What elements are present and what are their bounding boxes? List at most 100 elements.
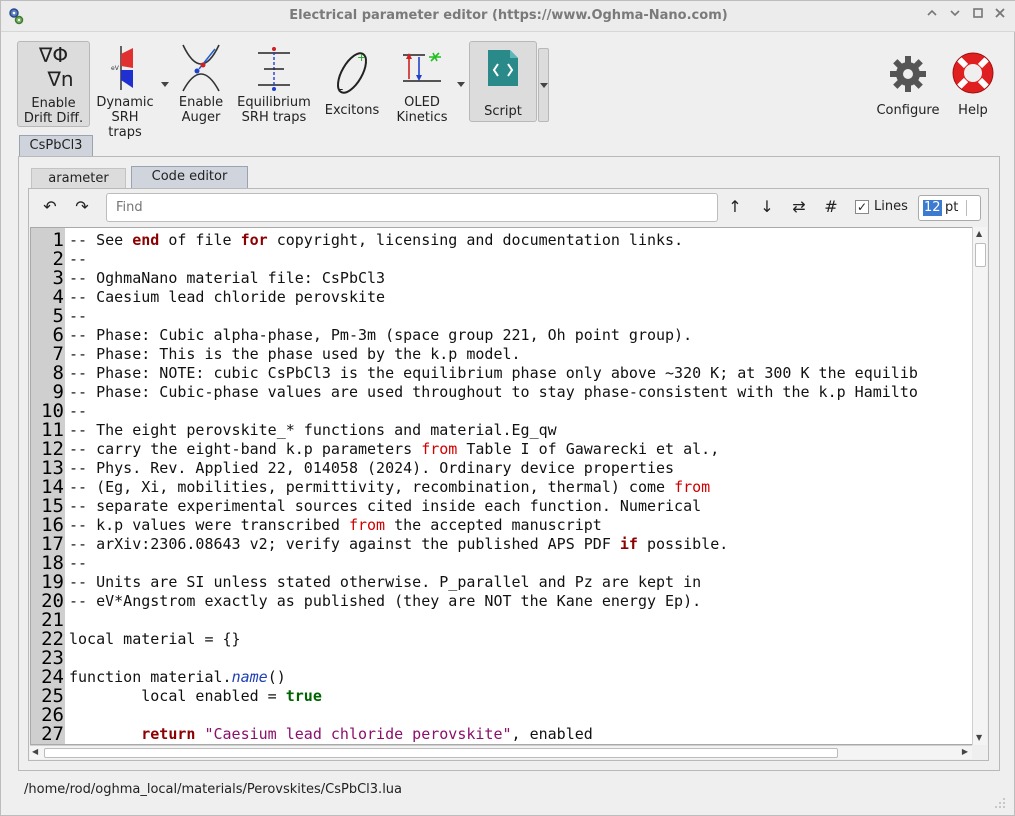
- vertical-scrollbar[interactable]: ▲ ▼: [972, 227, 987, 745]
- undo-button[interactable]: ↶: [37, 196, 63, 218]
- tab-code-editor[interactable]: Code editor: [131, 166, 248, 189]
- find-previous-button[interactable]: ↑: [722, 196, 748, 218]
- dynamic-srh-dropdown-icon[interactable]: [161, 82, 169, 87]
- vertical-scroll-thumb[interactable]: [975, 243, 986, 267]
- drift-diff-label-2: Drift Diff.: [23, 111, 84, 126]
- drift-diff-label-1: Enable: [31, 96, 76, 111]
- lines-checkbox[interactable]: ✓: [855, 200, 869, 214]
- dynamic-srh-label-1: Dynamic: [96, 95, 154, 110]
- excitons-button[interactable]: + - Excitons: [321, 41, 383, 127]
- square-icon: [973, 8, 983, 18]
- find-next-button[interactable]: ↓: [754, 196, 780, 218]
- replace-button[interactable]: ⇄: [786, 196, 812, 218]
- nabla-phi-icon: ∇Φ: [38, 43, 69, 67]
- scroll-up-icon[interactable]: ▲: [976, 229, 982, 239]
- dynamic-srh-traps-button[interactable]: eV Dynamic SRH traps: [93, 41, 157, 140]
- script-button[interactable]: Script: [469, 41, 537, 122]
- code-line: -- separate experimental sources cited i…: [69, 497, 702, 515]
- code-line: -- The eight perovskite_* functions and …: [69, 421, 557, 439]
- auger-icon: [182, 44, 220, 92]
- code-line: -- eV*Angstrom exactly as published (the…: [69, 592, 702, 610]
- find-input[interactable]: [106, 193, 718, 222]
- help-button[interactable]: Help: [951, 41, 995, 127]
- svg-text:eV: eV: [111, 65, 120, 72]
- horizontal-scroll-thumb[interactable]: [44, 748, 838, 758]
- excitons-label: Excitons: [324, 103, 380, 118]
- scroll-left-icon[interactable]: ◀: [32, 747, 38, 757]
- script-dropdown-button[interactable]: [538, 48, 549, 122]
- restore-button[interactable]: [969, 7, 987, 25]
- code-line: return "Caesium lead chloride perovskite…: [141, 725, 593, 743]
- code-line: -- Units are SI unless stated otherwise.…: [69, 573, 702, 591]
- redo-button[interactable]: ↷: [69, 196, 95, 218]
- eq-srh-label-2: SRH traps: [241, 110, 307, 125]
- oled-kinetics-button[interactable]: OLED Kinetics: [393, 41, 451, 127]
- script-file-icon: [488, 50, 518, 86]
- scroll-down-icon[interactable]: ▼: [976, 733, 982, 743]
- oled-label-2: Kinetics: [396, 110, 448, 125]
- maximize-button[interactable]: [946, 7, 964, 25]
- lifebuoy-help-icon: [952, 52, 994, 94]
- code-line: -- k.p values were transcribed from the …: [69, 516, 602, 534]
- resize-grip-icon[interactable]: [994, 797, 1006, 809]
- eq-srh-label-1: Equilibrium: [237, 95, 311, 110]
- code-line: -- carry the eight-band k.p parameters f…: [69, 440, 720, 458]
- enable-auger-button[interactable]: Enable Auger: [173, 41, 229, 127]
- line-number: 27: [41, 723, 64, 745]
- auger-label-1: Enable: [178, 95, 224, 110]
- exciton-icon: + -: [337, 51, 367, 96]
- configure-label: Configure: [876, 103, 940, 118]
- tab-parameter[interactable]: arameter: [31, 168, 126, 189]
- spin-arrows-icon[interactable]: [966, 200, 976, 216]
- font-size-unit: pt: [945, 200, 959, 215]
- code-line: --: [69, 402, 88, 420]
- equilibrium-traps-icon: [258, 47, 290, 91]
- code-text-area[interactable]: 1 2 3 4 5 6 7 8 9 10 11 12 13 14 15 16 17 18 19 20 21 22 23 24 2…: [30, 227, 987, 745]
- tab-material-cspbcl3[interactable]: CsPbCl3: [19, 135, 93, 157]
- code-line: --: [69, 554, 88, 572]
- code-line: -- Phase: NOTE: cubic CsPbCl3 is the equ…: [69, 364, 918, 382]
- lines-label: Lines: [874, 199, 908, 214]
- font-size-spinbox[interactable]: 12 pt: [918, 195, 981, 221]
- gear-icon: [890, 56, 926, 92]
- goto-line-button[interactable]: #: [818, 196, 844, 218]
- font-size-value[interactable]: 12: [923, 200, 942, 216]
- code-line: function material.name(): [69, 668, 286, 686]
- oled-kinetics-icon: [403, 52, 441, 82]
- script-label: Script: [484, 104, 522, 119]
- enable-drift-diff-button[interactable]: ∇Φ ∇n Enable Drift Diff.: [17, 41, 90, 127]
- script-dropdown-icon: [540, 83, 548, 88]
- oled-dropdown-icon[interactable]: [457, 82, 465, 87]
- oled-label-1: OLED: [404, 95, 440, 110]
- svg-text:-: -: [339, 82, 343, 96]
- code-line: --: [69, 250, 88, 268]
- minimize-button[interactable]: [923, 7, 941, 25]
- code-line: -- Phase: Cubic-phase values are used th…: [69, 383, 918, 401]
- dynamic-srh-label-2: SRH traps: [108, 110, 142, 140]
- code-line: --: [69, 307, 88, 325]
- code-line: -- Phys. Rev. Applied 22, 014058 (2024).…: [69, 459, 675, 477]
- srh-traps-icon: eV: [111, 46, 133, 90]
- code-line: local material = {}: [69, 630, 241, 648]
- chevron-up-icon: [927, 9, 937, 16]
- svg-text:+: +: [357, 51, 366, 64]
- code-line: -- Phase: This is the phase used by the …: [69, 345, 521, 363]
- nabla-n-icon: ∇n: [47, 67, 74, 91]
- close-icon: [995, 8, 1005, 18]
- editor-window: Electrical parameter editor (https://www…: [0, 0, 1015, 816]
- line-number-gutter: 1 2 3 4 5 6 7 8 9 10 11 12 13 14 15 16 17 18 19 20 21 22 23 24 2…: [31, 228, 65, 745]
- code-line: -- Caesium lead chloride perovskite: [69, 288, 386, 306]
- close-button[interactable]: [991, 7, 1009, 25]
- code-line: local enabled = true: [69, 687, 322, 705]
- configure-button[interactable]: Configure: [873, 41, 943, 127]
- status-file-path: /home/rod/oghma_local/materials/Perovski…: [24, 782, 403, 797]
- code-line: -- Phase: Cubic alpha-phase, Pm-3m (spac…: [69, 326, 693, 344]
- scroll-right-icon[interactable]: ▶: [962, 747, 968, 757]
- auger-label-2: Auger: [181, 110, 221, 125]
- title-bar: Electrical parameter editor (https://www…: [1, 1, 1015, 32]
- equilibrium-srh-traps-button[interactable]: Equilibrium SRH traps: [236, 41, 312, 127]
- code-line: -- See end of file for copyright, licens…: [69, 231, 684, 249]
- chevron-down-icon: [950, 10, 960, 17]
- window-title: Electrical parameter editor (https://www…: [289, 8, 728, 23]
- horizontal-scrollbar[interactable]: ◀ ▶: [30, 745, 972, 759]
